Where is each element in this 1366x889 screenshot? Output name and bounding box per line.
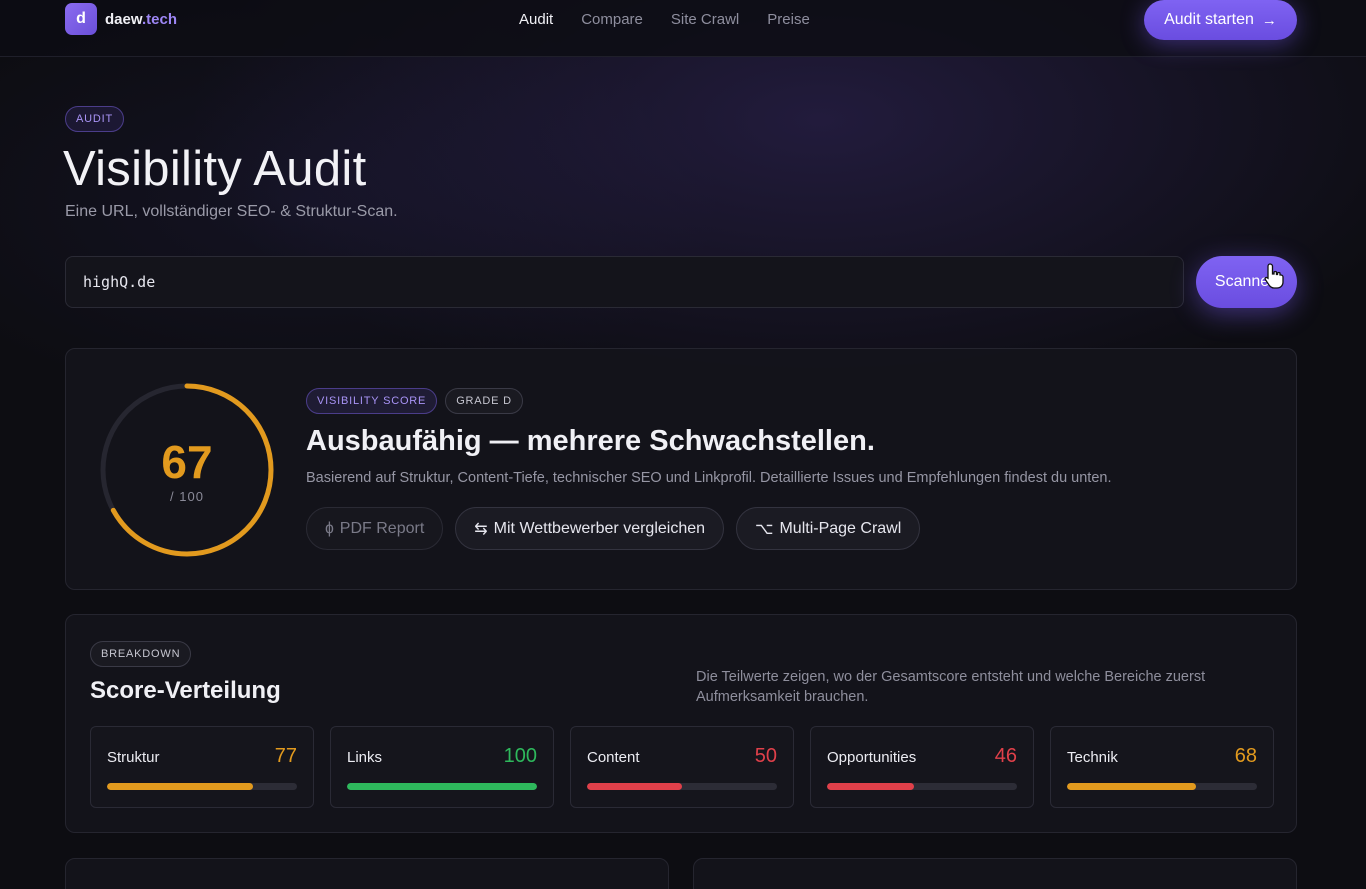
metric-bar-fill [347, 783, 537, 790]
score-actions: ɸ PDF Report ⇆ Mit Wettbewerber vergleic… [306, 507, 921, 550]
pdf-report-button[interactable]: ɸ PDF Report [306, 507, 444, 550]
logo-text: daew.tech [105, 11, 177, 28]
metric-bar-track [587, 783, 777, 790]
pdf-report-label: PDF Report [339, 519, 425, 537]
multi-page-crawl-button[interactable]: ⌥ Multi-Page Crawl [736, 507, 921, 550]
metric-value: 68 [1234, 745, 1257, 767]
metric-card-struktur: Struktur 77 [90, 726, 314, 808]
metric-list: Struktur 77 Links 100 Content 50 Opportu… [90, 726, 1274, 808]
metric-label: Opportunities [827, 749, 917, 766]
multi-page-crawl-label: Multi-Page Crawl [779, 519, 902, 537]
metric-card-technik: Technik 68 [1050, 726, 1274, 808]
metric-bar-fill [827, 783, 915, 790]
branch-icon: ⌥ [755, 520, 774, 538]
metric-value: 46 [994, 745, 1017, 767]
score-pills: VISIBILITY SCORE GRADE D [306, 388, 523, 414]
metric-value: 50 [754, 745, 777, 767]
metric-value: 100 [503, 745, 537, 767]
logo[interactable]: d daew.tech [65, 3, 177, 35]
breakdown-title: Score-Verteilung [90, 677, 281, 704]
metric-bar-track [107, 783, 297, 790]
nav-link-preise[interactable]: Preise [767, 11, 810, 28]
nav-links: Audit Compare Site Crawl Preise [519, 11, 810, 28]
metric-label: Struktur [107, 749, 160, 766]
visibility-score-pill: VISIBILITY SCORE [306, 388, 438, 414]
arrow-right-icon: → [1261, 11, 1277, 29]
metric-label: Links [347, 749, 383, 766]
score-card: 67 / 100 VISIBILITY SCORE GRADE D Ausbau… [65, 348, 1297, 590]
metric-bar-fill [107, 783, 254, 790]
page-title: Visibility Audit [63, 142, 367, 196]
logo-mark: d [65, 3, 97, 35]
metric-label: Technik [1067, 749, 1118, 766]
metric-bar-track [1067, 783, 1257, 790]
score-max: / 100 [170, 489, 204, 504]
audit-start-button[interactable]: Audit starten → [1144, 0, 1297, 40]
metric-card-opportunities: Opportunities 46 [810, 726, 1034, 808]
score-value: 67 [161, 436, 213, 488]
breakdown-card: BREAKDOWN Score-Verteilung Die Teilwerte… [65, 614, 1297, 833]
metric-bar-fill [1067, 783, 1197, 790]
score-description: Basierend auf Struktur, Content-Tiefe, t… [306, 470, 1112, 486]
logo-tld: .tech [141, 10, 177, 28]
lower-card-right [693, 858, 1297, 889]
nav-link-site-crawl[interactable]: Site Crawl [671, 11, 739, 28]
logo-name: daew [105, 10, 142, 28]
pointer-cursor-icon [1264, 263, 1284, 289]
page-subtitle: Eine URL, vollständiger SEO- & Struktur-… [65, 203, 398, 220]
metric-value: 77 [274, 745, 297, 767]
breakdown-note: Die Teilwerte zeigen, wo der Gesamtscore… [696, 669, 1206, 705]
metric-label: Content [587, 749, 640, 766]
audit-pill: AUDIT [65, 106, 124, 132]
swap-arrows-icon: ⇆ [474, 520, 488, 538]
compare-competitor-label: Mit Wettbewerber vergleichen [493, 519, 706, 537]
metric-bar-fill [587, 783, 682, 790]
url-input[interactable] [65, 256, 1184, 308]
grade-pill: GRADE D [445, 388, 523, 414]
metric-bar-track [827, 783, 1017, 790]
metric-card-links: Links 100 [330, 726, 554, 808]
top-navbar: d daew.tech Audit Compare Site Crawl Pre… [0, 0, 1366, 57]
score-headline: Ausbaufähig — mehrere Schwachstellen. [306, 425, 875, 457]
audit-start-label: Audit starten [1164, 11, 1254, 28]
compare-competitor-button[interactable]: ⇆ Mit Wettbewerber vergleichen [455, 507, 725, 550]
pdf-icon: ɸ [325, 519, 334, 537]
nav-link-compare[interactable]: Compare [581, 11, 643, 28]
nav-link-audit[interactable]: Audit [519, 11, 553, 28]
lower-card-left [65, 858, 669, 889]
breakdown-pill: BREAKDOWN [90, 641, 192, 667]
metric-bar-track [347, 783, 537, 790]
metric-card-content: Content 50 [570, 726, 794, 808]
